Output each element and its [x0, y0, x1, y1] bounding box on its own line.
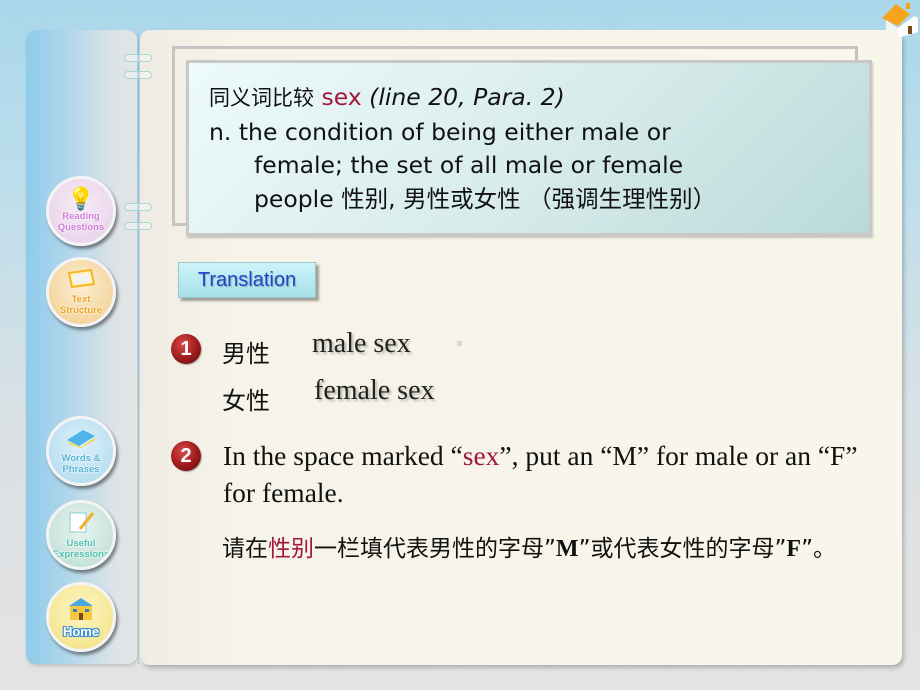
example-sentence-en: In the space marked “sex”, put an “M” fo… — [223, 437, 863, 511]
definition-line-en: people — [254, 184, 334, 213]
nav-home-button[interactable]: Home — [46, 582, 116, 652]
definition-line: n. the condition of being either male or — [209, 117, 671, 146]
nav-label: Useful — [66, 537, 96, 549]
sentence-text: In the space marked “ — [223, 440, 463, 471]
nav-label: Expressions — [52, 548, 110, 560]
nav-reading-questions-button[interactable]: 💡 Reading Questions — [46, 176, 116, 246]
definition-heading: 同义词比较 sex (line 20, Para. 2) — [209, 81, 869, 116]
term-zh: 女性 — [222, 387, 270, 415]
nav-label: Words & — [61, 452, 101, 464]
definition-word: sex — [321, 83, 362, 111]
nav-label: Reading — [62, 211, 100, 222]
nav-label: Questions — [57, 222, 105, 233]
definition-prefix: 同义词比较 — [209, 86, 314, 110]
sentence-text: 一栏填代表男性的字母” — [314, 536, 556, 562]
definition-line-zh: 性别, 男性或女性 （强调生理性别） — [341, 184, 717, 213]
book-icon — [65, 428, 97, 453]
definition-box: 同义词比较 sex (line 20, Para. 2) n. the cond… — [186, 60, 872, 236]
nav-words-phrases-button[interactable]: Words & Phrases — [46, 416, 116, 486]
nav-label: Text — [71, 293, 91, 305]
house-icon — [65, 597, 97, 626]
sentence-letter: M — [555, 536, 579, 562]
example-sentence-zh: 请在性别一栏填代表男性的字母”M”或代表女性的字母”F”。 — [222, 532, 862, 566]
term-en: male sex — [312, 328, 411, 359]
nav-label: Structure — [59, 304, 103, 316]
term-zh: 男性 — [222, 340, 270, 368]
number-badge-1: 1 — [171, 334, 201, 364]
binder-ring — [124, 71, 152, 79]
term-en: female sex — [314, 375, 435, 406]
binder-ring — [124, 54, 152, 62]
lightbulb-icon: 💡 — [67, 187, 95, 212]
notebook-spine — [138, 34, 139, 664]
nav-useful-expressions-button[interactable]: Useful Expressions — [46, 500, 116, 570]
binder-ring — [124, 203, 152, 211]
binder-ring — [124, 222, 152, 230]
number-badge-2: 2 — [171, 441, 201, 471]
nav-label: Phrases — [62, 463, 100, 475]
translation-button[interactable]: Translation — [178, 262, 316, 298]
definition-line: female; the set of all male or female — [254, 151, 684, 179]
sentence-text: ”。 — [801, 536, 837, 562]
definition-source: (line 20, Para. 2) — [369, 83, 565, 111]
sentence-letter: F — [786, 536, 802, 562]
definition-line: people 性别, 男性或女性 （强调生理性别） — [209, 183, 869, 217]
marker-dot — [457, 341, 462, 346]
nav-text-structure-button[interactable]: Text Structure — [46, 257, 116, 327]
frame-icon — [66, 268, 96, 294]
sentence-text: ”或代表女性的字母” — [578, 536, 787, 562]
house-icon — [882, 3, 918, 38]
notepad-pencil-icon — [66, 511, 96, 538]
nav-label: Home — [62, 624, 100, 639]
sentence-highlight: sex — [462, 440, 500, 471]
corner-home-button[interactable] — [880, 0, 920, 40]
sentence-highlight: 性别 — [268, 536, 314, 562]
sentence-text: 请在 — [222, 536, 268, 562]
